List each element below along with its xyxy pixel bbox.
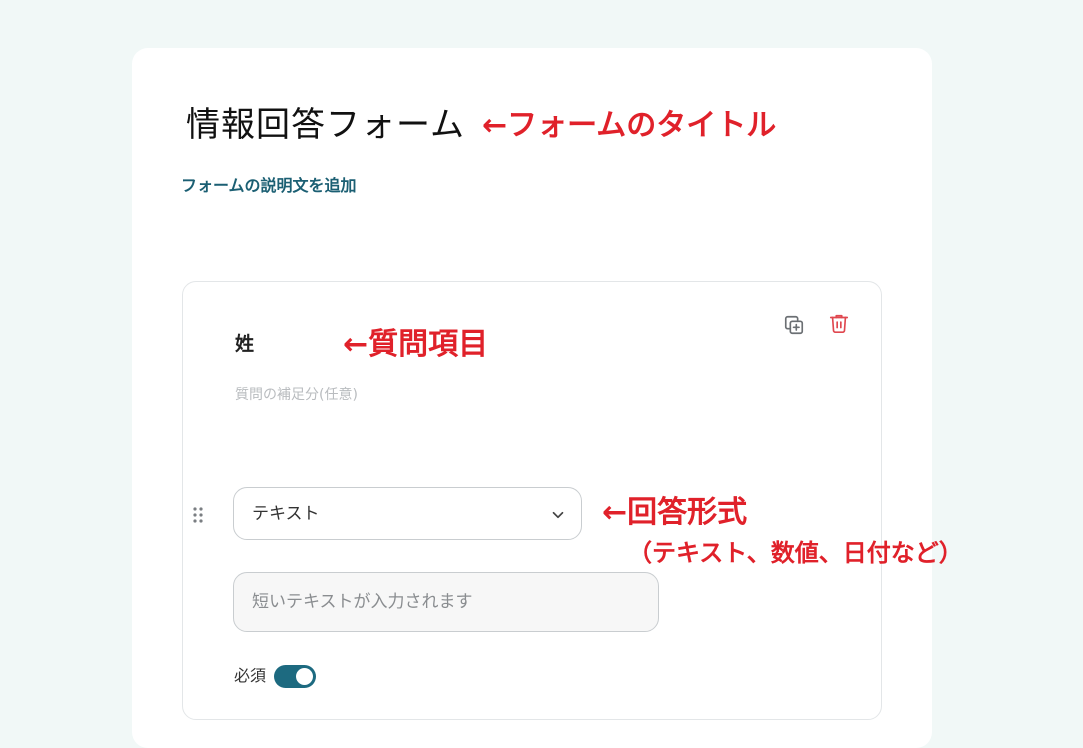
duplicate-icon xyxy=(784,315,804,335)
add-description-link[interactable]: フォームの説明文を追加 xyxy=(181,174,357,198)
required-label: 必須 xyxy=(234,666,267,685)
question-title[interactable]: 姓 xyxy=(235,330,254,358)
duplicate-question-button[interactable] xyxy=(781,312,807,338)
delete-question-button[interactable] xyxy=(826,310,852,336)
answer-type-value: テキスト xyxy=(252,504,320,524)
form-title[interactable]: 情報回答フォーム xyxy=(186,100,465,150)
trash-icon xyxy=(829,314,849,333)
drag-handle[interactable] xyxy=(190,504,206,526)
chevron-down-icon xyxy=(552,511,564,519)
annotation-answer-format: ←回答形式 xyxy=(602,495,748,530)
required-toggle[interactable] xyxy=(274,665,316,688)
annotation-form-title: ←フォームのタイトル xyxy=(482,108,777,143)
drag-handle-icon xyxy=(193,507,203,523)
toggle-knob xyxy=(296,668,313,685)
annotation-answer-format-examples: （テキスト、数値、日付など） xyxy=(628,539,963,567)
annotation-question: ←質問項目 xyxy=(343,327,489,362)
question-subtitle-field[interactable]: 質問の補足分(任意) xyxy=(235,384,358,406)
answer-type-select[interactable]: テキスト xyxy=(233,487,582,540)
short-answer-input[interactable] xyxy=(233,572,659,632)
